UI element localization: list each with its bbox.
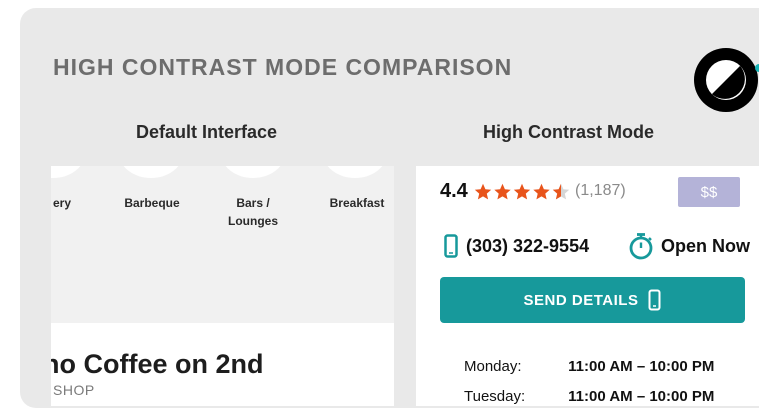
- mobile-phone-icon: [444, 234, 458, 258]
- category-bars-lounges[interactable]: Bars / Lounges: [223, 194, 283, 230]
- category-band: ery Barbeque Bars / Lounges Breakfast: [51, 166, 394, 323]
- category-circle[interactable]: [51, 166, 85, 178]
- hours-time: 11:00 AM – 10:00 PM: [568, 358, 715, 375]
- phone-link[interactable]: (303) 322-9554: [444, 232, 589, 260]
- rating-value: 4.4: [440, 180, 468, 202]
- star-icon: [513, 183, 531, 200]
- review-count[interactable]: (1,187): [575, 182, 626, 200]
- shop-name[interactable]: no Coffee on 2nd: [51, 349, 263, 380]
- hours-time: 11:00 AM – 10:00 PM: [568, 388, 715, 405]
- open-status-label: Open Now: [661, 235, 750, 256]
- hours-day: Monday:: [464, 358, 522, 375]
- page-title: HIGH CONTRAST MODE COMPARISON: [53, 54, 513, 80]
- open-status: Open Now: [628, 232, 750, 260]
- default-interface-panel: ery Barbeque Bars / Lounges Breakfast no…: [51, 166, 394, 406]
- comparison-card: HIGH CONTRAST MODE COMPARISON Default In…: [20, 8, 759, 408]
- category-circle[interactable]: [221, 166, 285, 178]
- high-contrast-panel: 4.4 (1,187) $$ (303) 322-9554 Open Now S…: [416, 166, 759, 406]
- star-rating: [474, 183, 570, 200]
- send-details-label: SEND DETAILS: [523, 291, 639, 309]
- star-icon: [494, 183, 511, 200]
- category-circle[interactable]: [323, 166, 387, 178]
- category-bakery[interactable]: ery: [53, 194, 71, 212]
- star-icon: [474, 183, 492, 200]
- stopwatch-icon: [629, 233, 653, 260]
- hours-row: Tuesday: 11:00 AM – 10:00 PM: [464, 388, 714, 405]
- high-contrast-label: High Contrast Mode: [483, 122, 654, 142]
- mobile-phone-icon: [648, 289, 661, 311]
- hours-day: Tuesday:: [464, 388, 526, 405]
- shop-type: SHOP: [53, 382, 95, 398]
- half-star-icon: [552, 183, 570, 200]
- default-interface-label: Default Interface: [136, 122, 278, 142]
- send-details-button[interactable]: SEND DETAILS: [440, 277, 745, 323]
- price-badge: $$: [678, 177, 740, 207]
- category-barbeque[interactable]: Barbeque: [123, 194, 181, 212]
- category-circle[interactable]: [119, 166, 183, 178]
- star-icon: [533, 183, 550, 200]
- hours-row: Monday: 11:00 AM – 10:00 PM: [464, 358, 714, 375]
- contrast-icon[interactable]: [693, 45, 759, 115]
- category-breakfast[interactable]: Breakfast: [327, 194, 387, 212]
- phone-number[interactable]: (303) 322-9554: [466, 236, 589, 257]
